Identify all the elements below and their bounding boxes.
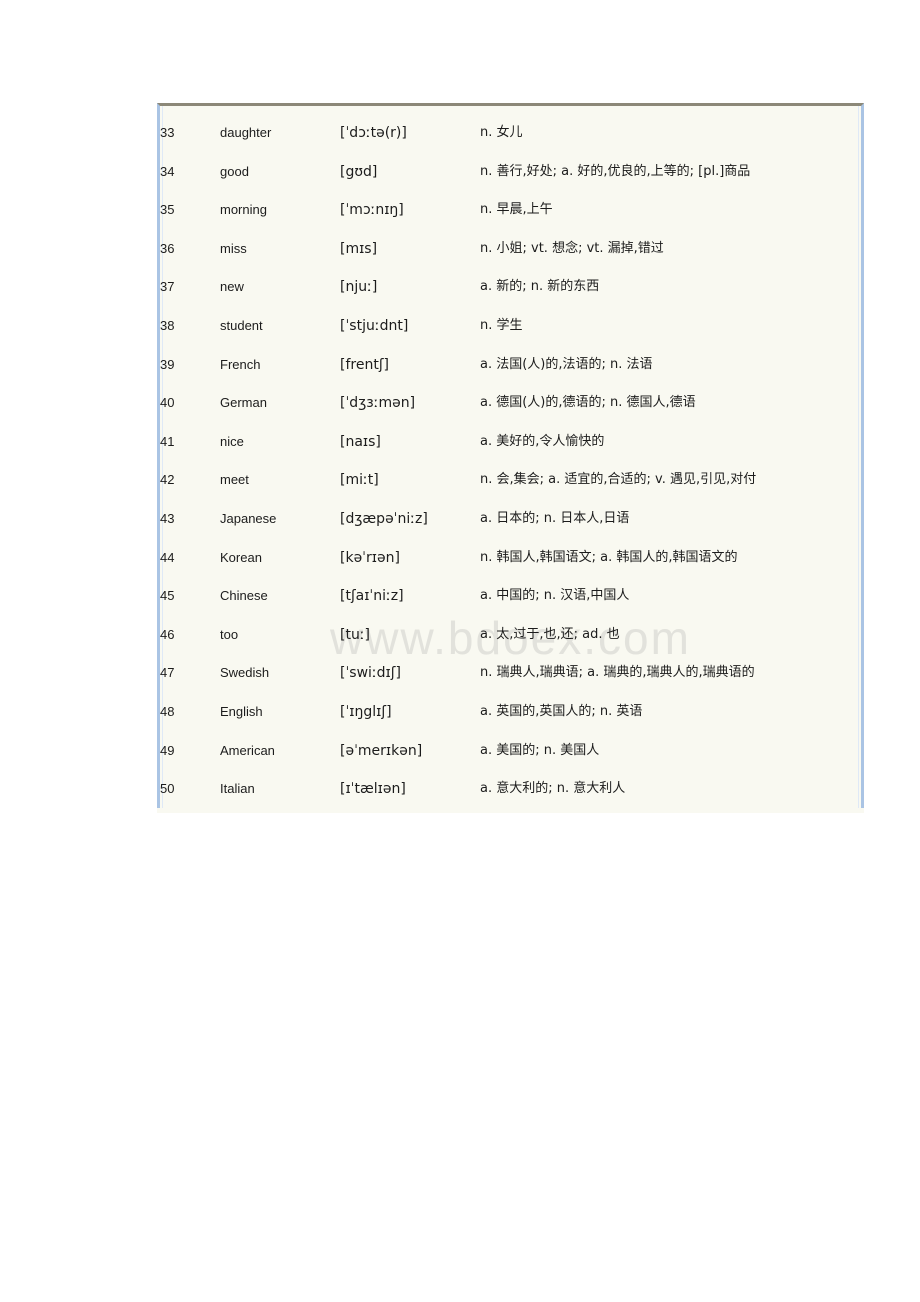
entry-number: 41 xyxy=(160,433,175,449)
entry-word: German xyxy=(220,395,267,411)
entry-number: 42 xyxy=(160,472,175,488)
entry-phonetic: [ˈswiːdɪʃ] xyxy=(340,665,401,682)
entry-word: miss xyxy=(220,240,247,256)
entry-phonetic: [ˈɪŋglɪʃ] xyxy=(340,703,392,720)
entry-phonetic: [ˈstjuːdnt] xyxy=(340,317,409,334)
entry-word: English xyxy=(220,703,263,719)
entry-definition: a. 新的; n. 新的东西 xyxy=(480,279,600,295)
entry-phonetic: [miːt] xyxy=(340,472,379,489)
entry-word: daughter xyxy=(220,125,272,140)
entry-number: 33 xyxy=(160,125,175,140)
entry-word: Chinese xyxy=(220,588,268,604)
entry-word: Korean xyxy=(220,549,262,565)
entry-word: morning xyxy=(220,202,267,218)
entry-definition: a. 美国的; n. 美国人 xyxy=(480,742,600,758)
entry-phonetic: [tʃaɪˈniːz] xyxy=(340,588,404,605)
table-row: 50 Italian [ɪˈtælɪən] a. 意大利的; n. 意大利人 xyxy=(160,770,861,809)
entry-definition: a. 太,过于,也,还; ad. 也 xyxy=(480,626,620,642)
entry-number: 35 xyxy=(160,202,175,218)
entry-word: meet xyxy=(220,472,249,488)
table-row: 34 good [gʊd] n. 善行,好处; a. 好的,优良的,上等的; [pl.… xyxy=(160,153,861,192)
entry-number: 46 xyxy=(160,626,175,642)
entry-definition: n. 瑞典人,瑞典语; a. 瑞典的,瑞典人的,瑞典语的 xyxy=(480,665,755,681)
entry-number: 40 xyxy=(160,395,175,411)
entry-definition: a. 意大利的; n. 意大利人 xyxy=(480,781,626,797)
entry-definition: a. 德国(人)的,德语的; n. 德国人,德语 xyxy=(480,395,696,411)
entry-definition: n. 早晨,上午 xyxy=(480,202,553,218)
table-row: 49 American [əˈmerɪkən] a. 美国的; n. 美国人 xyxy=(160,732,861,771)
table-row: 38 student [ˈstjuːdnt] n. 学生 xyxy=(160,307,861,346)
entry-number: 36 xyxy=(160,240,175,256)
table-row: 37 new [njuː] a. 新的; n. 新的东西 xyxy=(160,268,861,307)
table-row: 46 too [tuː] a. 太,过于,也,还; ad. 也 xyxy=(160,616,861,655)
entry-definition: a. 中国的; n. 汉语,中国人 xyxy=(480,588,630,604)
entry-word: student xyxy=(220,317,263,333)
entry-definition: a. 美好的,令人愉快的 xyxy=(480,433,605,449)
entry-number: 39 xyxy=(160,356,175,372)
entry-phonetic: [ɪˈtælɪən] xyxy=(340,781,406,798)
entry-number: 47 xyxy=(160,665,175,681)
vocabulary-table: 33 daughter [ˈdɔːtə(r)] n. 女儿 34 good [gʊd] n. … xyxy=(160,114,861,809)
entry-phonetic: [naɪs] xyxy=(340,433,381,450)
table-row: 40 German [ˈdʒɜːmən] a. 德国(人)的,德语的; n. 德国人,… xyxy=(160,384,861,423)
entry-phonetic: [frentʃ] xyxy=(340,356,389,373)
entry-number: 48 xyxy=(160,703,175,719)
entry-word: Japanese xyxy=(220,510,277,526)
vocabulary-table-body: 33 daughter [ˈdɔːtə(r)] n. 女儿 34 good [gʊd] n. … xyxy=(160,114,861,809)
entry-word: good xyxy=(220,163,249,179)
entry-number: 44 xyxy=(160,549,175,565)
entry-definition: n. 韩国人,韩国语文; a. 韩国人的,韩国语文的 xyxy=(480,549,738,565)
entry-definition: n. 小姐; vt. 想念; vt. 漏掉,错过 xyxy=(480,240,664,256)
entry-number: 49 xyxy=(160,742,175,758)
table-row: 47 Swedish [ˈswiːdɪʃ] n. 瑞典人,瑞典语; a. 瑞典的,瑞典… xyxy=(160,654,861,693)
entry-phonetic: [tuː] xyxy=(340,626,371,643)
entry-word: Italian xyxy=(220,781,255,797)
entry-word: too xyxy=(220,626,239,642)
entry-number: 38 xyxy=(160,317,175,333)
table-row: 44 Korean [kəˈrɪən] n. 韩国人,韩国语文; a. 韩国人的,韩国… xyxy=(160,539,861,578)
entry-definition: a. 英国的,英国人的; n. 英语 xyxy=(480,703,643,719)
entry-word: French xyxy=(220,356,261,372)
table-row: 41 nice [naɪs] a. 美好的,令人愉快的 xyxy=(160,423,861,462)
entry-word: American xyxy=(220,742,275,758)
entry-phonetic: [ˈdɔːtə(r)] xyxy=(340,125,407,141)
entry-definition: n. 学生 xyxy=(480,317,523,333)
entry-phonetic: [dʒæpəˈniːz] xyxy=(340,510,428,527)
entry-definition: a. 法国(人)的,法语的; n. 法语 xyxy=(480,356,653,372)
table-row: 45 Chinese [tʃaɪˈniːz] a. 中国的; n. 汉语,中国人 xyxy=(160,577,861,616)
entry-number: 34 xyxy=(160,163,175,179)
entry-definition: n. 女儿 xyxy=(480,125,523,140)
table-row: 35 morning [ˈmɔːnɪŋ] n. 早晨,上午 xyxy=(160,191,861,230)
entry-number: 37 xyxy=(160,279,175,295)
entry-phonetic: [ˈdʒɜːmən] xyxy=(340,395,416,412)
entry-phonetic: [əˈmerɪkən] xyxy=(340,742,423,759)
table-row: 39 French [frentʃ] a. 法国(人)的,法语的; n. 法语 xyxy=(160,346,861,385)
entry-definition: a. 日本的; n. 日本人,日语 xyxy=(480,510,630,526)
entry-definition: n. 善行,好处; a. 好的,优良的,上等的; [pl.]商品 xyxy=(480,163,751,179)
entry-number: 43 xyxy=(160,510,175,526)
table-row: 33 daughter [ˈdɔːtə(r)] n. 女儿 xyxy=(160,114,861,153)
entry-number: 50 xyxy=(160,781,175,797)
entry-word: Swedish xyxy=(220,665,270,681)
entry-number: 45 xyxy=(160,588,175,604)
entry-phonetic: [gʊd] xyxy=(340,163,378,180)
entry-phonetic: [kəˈrɪən] xyxy=(340,549,400,566)
entry-phonetic: [njuː] xyxy=(340,279,378,296)
entry-definition: n. 会,集会; a. 适宜的,合适的; v. 遇见,引见,对付 xyxy=(480,472,757,488)
vocabulary-document-frame: www.bdoex.com 33 daughter [ˈdɔːtə(r)] n. 女儿… xyxy=(157,103,864,813)
entry-word: new xyxy=(220,279,244,295)
entry-word: nice xyxy=(220,433,244,449)
table-row: 36 miss [mɪs] n. 小姐; vt. 想念; vt. 漏掉,错过 xyxy=(160,230,861,269)
frame-bottom-edge xyxy=(157,808,864,813)
table-row: 48 English [ˈɪŋglɪʃ] a. 英国的,英国人的; n. 英语 xyxy=(160,693,861,732)
entry-phonetic: [ˈmɔːnɪŋ] xyxy=(340,202,404,219)
table-row: 42 meet [miːt] n. 会,集会; a. 适宜的,合适的; v. 遇见,引… xyxy=(160,461,861,500)
table-row: 43 Japanese [dʒæpəˈniːz] a. 日本的; n. 日本人,日语 xyxy=(160,500,861,539)
entry-phonetic: [mɪs] xyxy=(340,240,378,257)
